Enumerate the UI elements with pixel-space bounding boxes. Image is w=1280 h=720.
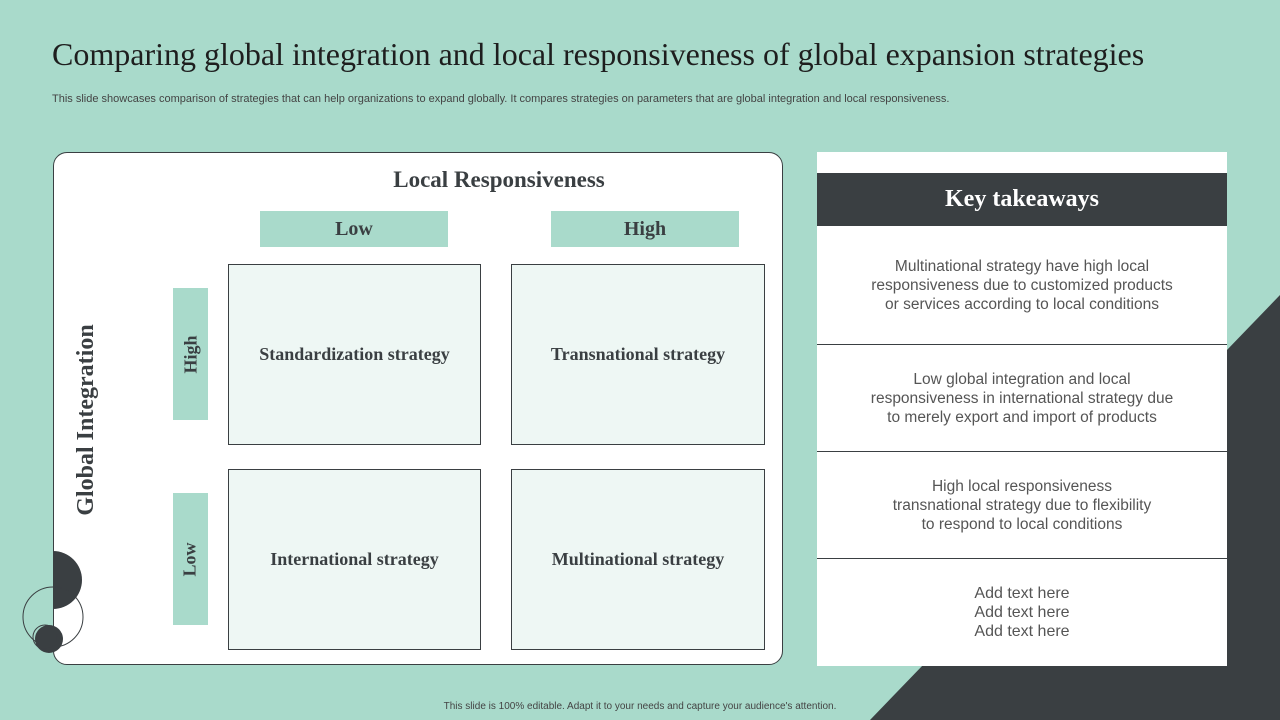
key-takeaways-title: Key takeaways <box>817 173 1227 226</box>
row-header-high-label: High <box>180 334 201 374</box>
takeaway-item-4: Add text here Add text here Add text her… <box>974 585 1070 640</box>
cell-multinational-strategy: Multinational strategy <box>511 469 765 650</box>
cell-transnational-strategy: Transnational strategy <box>511 264 765 445</box>
takeaway-item-1: Multinational strategy have high local r… <box>871 257 1173 313</box>
key-takeaways-panel: Key takeaways Multinational strategy hav… <box>817 152 1227 666</box>
row-header-low-label: Low <box>179 541 200 577</box>
decorative-circles <box>22 551 84 653</box>
takeaway-item-2: Low global integration and local respons… <box>870 370 1174 426</box>
strategy-matrix-panel: Local Responsiveness Low High Global Int… <box>53 152 783 665</box>
cell-international-strategy: International strategy <box>228 469 481 650</box>
local-responsiveness-label: Local Responsiveness <box>393 167 605 192</box>
row-header-low: Low <box>173 493 208 625</box>
column-header-low: Low <box>260 211 448 247</box>
footer-note: This slide is 100% editable. Adapt it to… <box>443 701 837 712</box>
page-subtitle: This slide showcases comparison of strat… <box>52 93 950 105</box>
column-header-high: High <box>551 211 739 247</box>
row-header-high: High <box>173 288 208 420</box>
takeaway-item-3: High local responsiveness transnational … <box>892 477 1152 533</box>
global-integration-label: Global Integration <box>73 324 99 516</box>
page-title: Comparing global integration and local r… <box>52 36 1145 72</box>
cell-standardization-strategy: Standardization strategy <box>228 264 481 445</box>
